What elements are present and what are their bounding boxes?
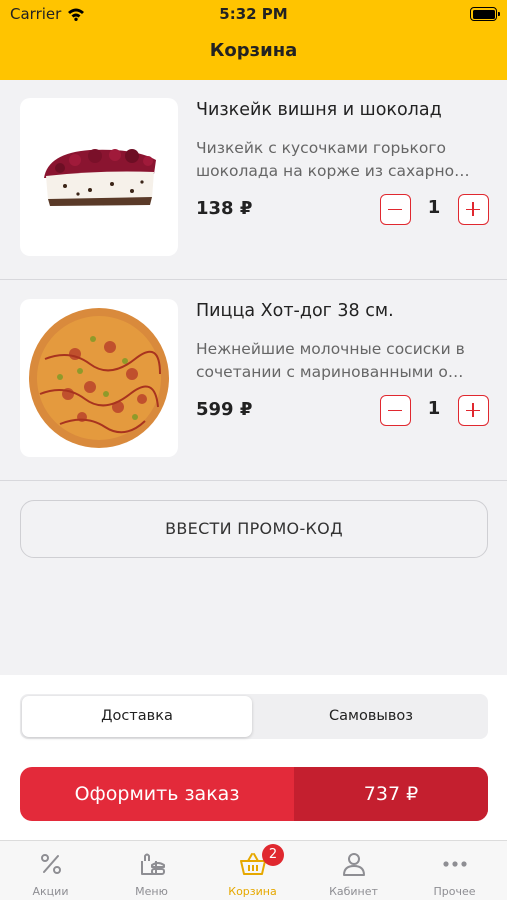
place-order-button[interactable]: Оформить заказ 737 ₽ <box>20 767 488 821</box>
pickup-option[interactable]: Самовывоз <box>256 696 486 737</box>
place-order-label: Оформить заказ <box>74 783 240 805</box>
cheesecake-image <box>20 98 178 256</box>
increase-quantity-button[interactable] <box>458 194 489 225</box>
tab-label: Корзина <box>228 885 277 898</box>
status-bar: Carrier 5:32 PM <box>0 0 507 30</box>
tab-cart[interactable]: Корзина <box>202 841 303 900</box>
more-dots-icon <box>404 851 505 877</box>
person-icon <box>303 851 404 877</box>
item-price: 599 ₽ <box>196 399 253 420</box>
cart-count-badge: 2 <box>262 844 284 866</box>
tab-label: Акции <box>32 885 69 898</box>
promo-code-button[interactable]: ВВЕСТИ ПРОМО-КОД <box>20 500 488 558</box>
tab-more[interactable]: Прочее <box>404 841 505 900</box>
item-name: Чизкейк вишня и шоколад <box>196 100 442 120</box>
percent-icon <box>0 851 101 877</box>
menu-food-icon <box>101 851 202 877</box>
item-quantity: 1 <box>427 197 441 218</box>
status-time: 5:32 PM <box>219 5 288 23</box>
cart-item: Пицца Хот-дог 38 см. Нежнейшие молочные … <box>0 281 507 481</box>
item-description: Чизкейк с кусочками горького шоколада на… <box>196 139 470 180</box>
delivery-method-selector: Доставка Самовывоз <box>20 694 488 739</box>
order-total: 737 ₽ <box>294 767 488 821</box>
decrease-quantity-button[interactable] <box>380 395 411 426</box>
checkout-panel: Доставка Самовывоз Оформить заказ 737 ₽ <box>0 675 507 840</box>
battery-icon <box>470 7 500 21</box>
tab-menu[interactable]: Меню <box>101 841 202 900</box>
tab-account[interactable]: Кабинет <box>303 841 404 900</box>
tab-promotions[interactable]: Акции <box>0 841 101 900</box>
tab-label: Кабинет <box>329 885 378 898</box>
basket-icon <box>202 851 303 877</box>
tab-label: Меню <box>135 885 168 898</box>
tab-label: Прочее <box>433 885 476 898</box>
item-name: Пицца Хот-дог 38 см. <box>196 301 394 321</box>
delivery-option[interactable]: Доставка <box>22 696 252 737</box>
header-bar: Carrier 5:32 PM Корзина <box>0 0 507 80</box>
page-title: Корзина <box>209 40 298 61</box>
tab-bar: Акции Меню Корзина Кабинет Прочее <box>0 840 507 900</box>
pizza-image <box>20 299 178 457</box>
decrease-quantity-button[interactable] <box>380 194 411 225</box>
item-quantity: 1 <box>427 398 441 419</box>
item-description: Нежнейшие молочные сосиски в сочетании с… <box>196 340 465 381</box>
cart-item: Чизкейк вишня и шоколад Чизкейк с кусочк… <box>0 80 507 280</box>
increase-quantity-button[interactable] <box>458 395 489 426</box>
item-price: 138 ₽ <box>196 198 253 219</box>
